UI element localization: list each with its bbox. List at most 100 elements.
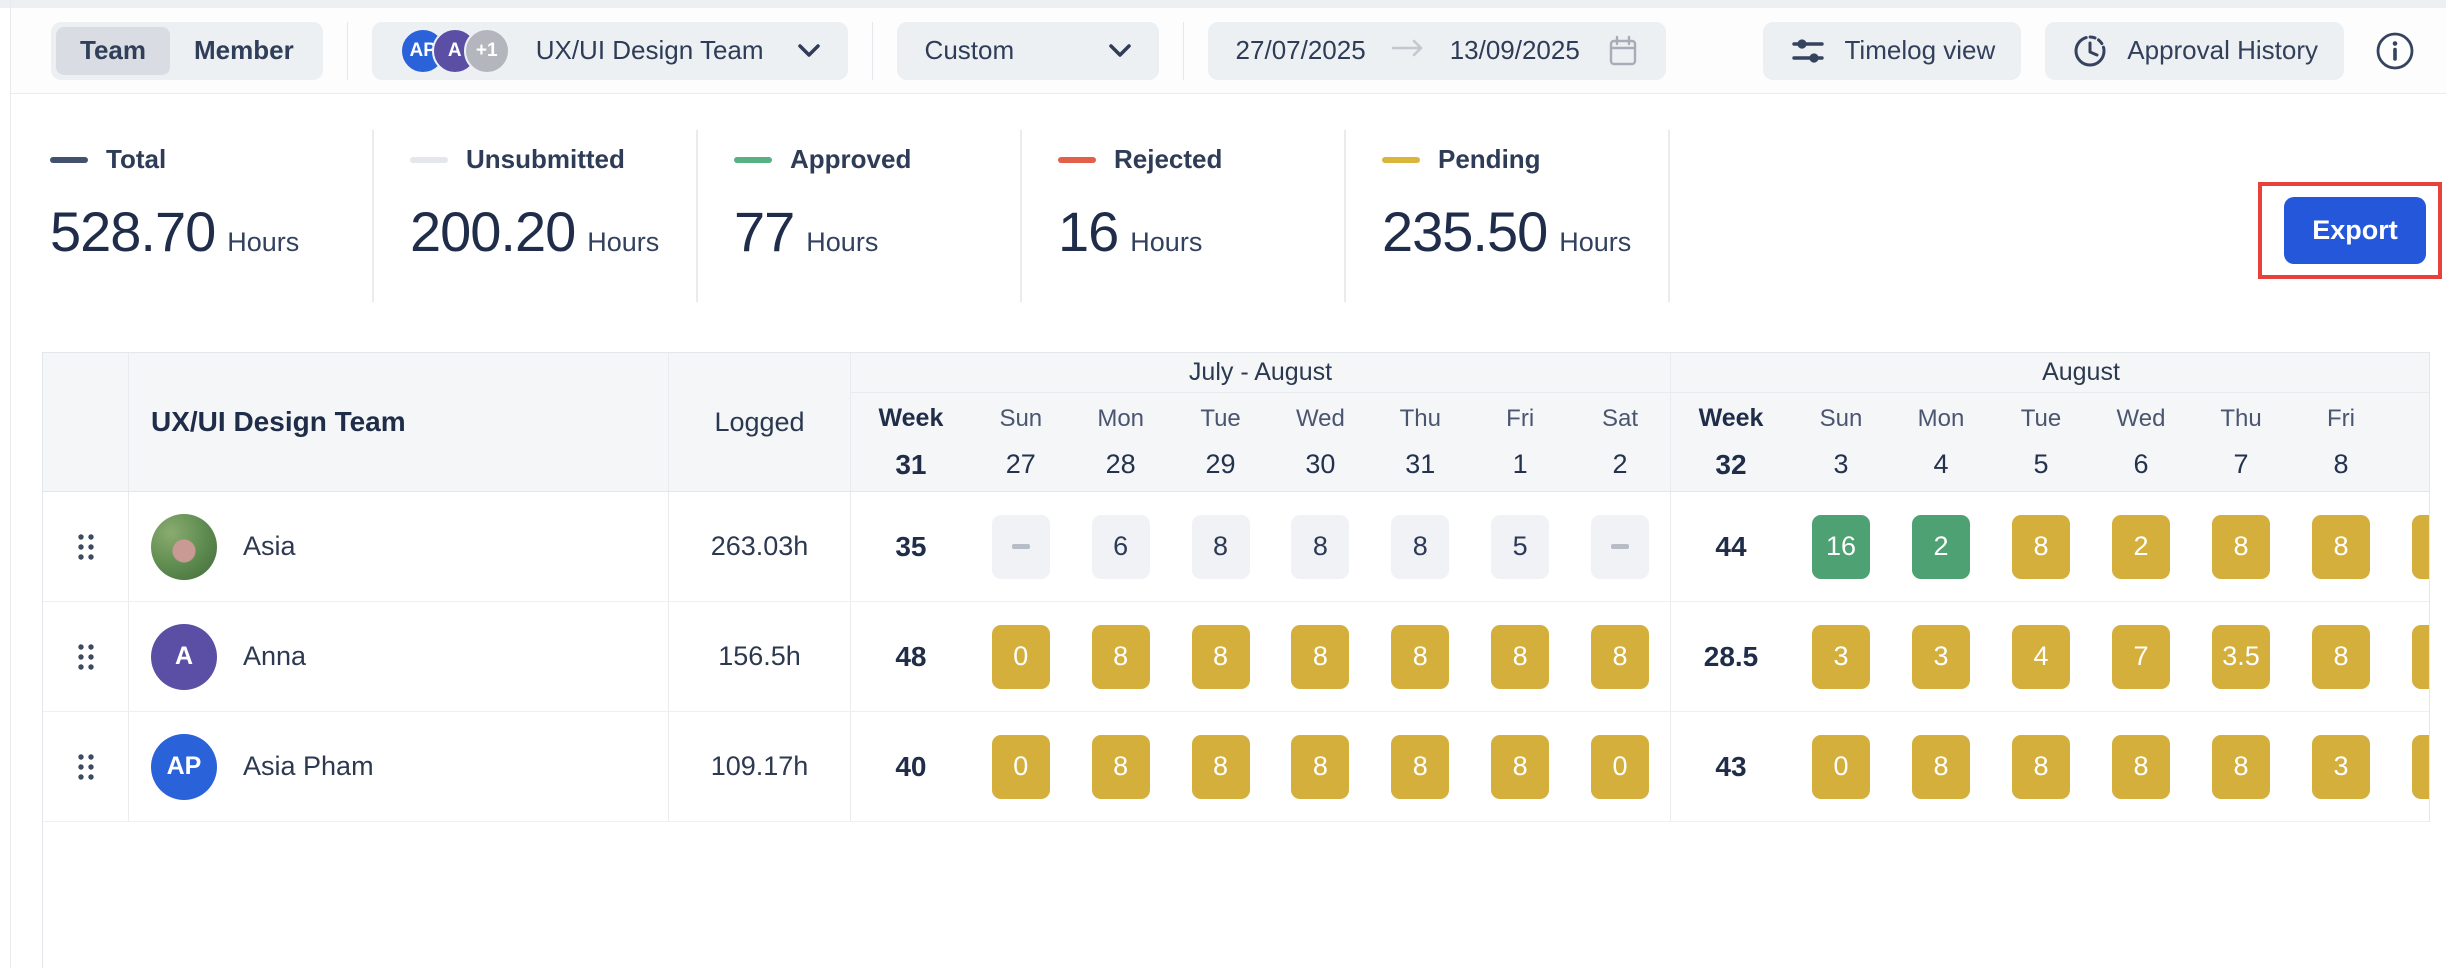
timesheet-day-cell[interactable]: [2412, 735, 2430, 799]
timesheet-day-cell[interactable]: 8: [2012, 515, 2070, 579]
timesheet-day-cell[interactable]: 0: [1812, 735, 1870, 799]
stat-color-swatch: [734, 157, 772, 163]
day-of-week-label: Mon: [1918, 405, 1965, 433]
timesheet-day-cell[interactable]: 8: [1291, 515, 1349, 579]
day-date-label: 29: [1206, 449, 1236, 480]
timesheet-day-cell[interactable]: [2412, 625, 2430, 689]
day-cell-wrap: [2391, 602, 2430, 711]
day-cell-wrap: 3: [1891, 602, 1991, 711]
timesheet-day-cell[interactable]: 8: [1391, 735, 1449, 799]
timesheet-day-cell[interactable]: 0: [1591, 735, 1649, 799]
timesheet-day-cell[interactable]: 3: [1812, 625, 1870, 689]
toggle-team[interactable]: Team: [56, 27, 170, 75]
timesheet-day-cell[interactable]: 8: [1192, 515, 1250, 579]
timesheet-day-cell[interactable]: 8: [2212, 515, 2270, 579]
calendar-icon[interactable]: [1608, 35, 1638, 67]
empty-dash-icon: [1012, 544, 1030, 549]
toolbar-divider: [347, 22, 348, 80]
week-number-header: Week 31: [851, 393, 971, 491]
timelog-view-button[interactable]: Timelog view: [1763, 22, 2022, 80]
day-cell-wrap: [971, 492, 1071, 601]
timesheet-day-cell[interactable]: 2: [1912, 515, 1970, 579]
member-avatar: [151, 514, 217, 580]
date-preset-dropdown[interactable]: Custom: [897, 22, 1159, 80]
day-cell-wrap: 8: [1171, 602, 1271, 711]
week-total-value: 48: [895, 641, 926, 673]
day-cell-wrap: 8: [1270, 602, 1370, 711]
week-total-value: 44: [1715, 531, 1746, 563]
timesheet-day-cell[interactable]: 8: [1591, 625, 1649, 689]
day-column-header: Wed 30: [1270, 393, 1370, 491]
end-date-value[interactable]: 13/09/2025: [1450, 35, 1580, 66]
day-cell-wrap: 8: [1071, 712, 1171, 821]
day-cell-wrap: 8: [1991, 492, 2091, 601]
timesheet-day-cell[interactable]: 8: [1192, 735, 1250, 799]
day-column-header: Tue 5: [1991, 393, 2091, 491]
timesheet-day-cell[interactable]: 8: [1391, 625, 1449, 689]
approval-history-button[interactable]: Approval History: [2045, 22, 2344, 80]
timesheet-day-cell[interactable]: 5: [1491, 515, 1549, 579]
day-date-label: 8: [2333, 449, 2348, 480]
timesheet-day-cell[interactable]: 0: [992, 735, 1050, 799]
row-drag-handle[interactable]: [43, 712, 129, 821]
chevron-down-icon: [1109, 44, 1131, 58]
info-icon[interactable]: [2374, 30, 2416, 72]
day-cell-wrap: 8: [1570, 602, 1670, 711]
day-column-header: Mon 28: [1071, 393, 1171, 491]
member-cell: AP Asia Pham: [129, 712, 669, 821]
week-number: 31: [895, 449, 926, 481]
timesheet-day-cell[interactable]: 8: [1092, 625, 1150, 689]
timesheet-day-cell[interactable]: 8: [1092, 735, 1150, 799]
day-column-header: Thu 31: [1370, 393, 1470, 491]
table-body: Asia 263.03h 35 6 8 8 8 5 44 16 2 8 2 8 …: [43, 492, 2430, 822]
timesheet-day-cell[interactable]: 8: [2112, 735, 2170, 799]
stat-unit: Hours: [1130, 227, 1202, 258]
day-cell-wrap: 0: [1791, 712, 1891, 821]
timesheet-day-cell[interactable]: 2: [2112, 515, 2170, 579]
day-date-label: 1: [1513, 449, 1528, 480]
timesheet-day-cell[interactable]: 8: [1192, 625, 1250, 689]
timesheet-day-cell[interactable]: 0: [992, 625, 1050, 689]
timesheet-day-cell[interactable]: 8: [1291, 735, 1349, 799]
toolbar-divider: [1183, 22, 1184, 80]
row-drag-handle[interactable]: [43, 492, 129, 601]
timesheet-day-cell[interactable]: 8: [2212, 735, 2270, 799]
start-date-value[interactable]: 27/07/2025: [1236, 35, 1366, 66]
toggle-member[interactable]: Member: [170, 27, 318, 75]
timesheet-day-cell[interactable]: [1591, 515, 1649, 579]
table-row: Asia 263.03h 35 6 8 8 8 5 44 16 2 8 2 8 …: [43, 492, 2430, 602]
chevron-down-icon: [798, 44, 820, 58]
timesheet-day-cell[interactable]: [2412, 515, 2430, 579]
date-range-picker[interactable]: 27/07/2025 13/09/2025: [1208, 22, 1666, 80]
stat-color-swatch: [410, 157, 448, 163]
day-cell-wrap: 8: [2091, 712, 2191, 821]
timesheet-day-cell[interactable]: 8: [2312, 515, 2370, 579]
team-selector-dropdown[interactable]: APA+1 UX/UI Design Team: [372, 22, 848, 80]
timesheet-day-cell[interactable]: 8: [1491, 735, 1549, 799]
timesheet-day-cell[interactable]: 8: [1912, 735, 1970, 799]
timelog-view-label: Timelog view: [1845, 35, 1996, 66]
row-drag-handle[interactable]: [43, 602, 129, 711]
timesheet-day-cell[interactable]: 8: [2012, 735, 2070, 799]
stat-value: 528.70: [50, 199, 215, 264]
timesheet-day-cell[interactable]: 4: [2012, 625, 2070, 689]
timesheet-day-cell[interactable]: 3: [2312, 735, 2370, 799]
timesheet-day-cell[interactable]: 8: [1391, 515, 1449, 579]
timesheet-day-cell[interactable]: 8: [2312, 625, 2370, 689]
drag-handle-icon: [74, 531, 98, 563]
day-date-label: 30: [1305, 449, 1335, 480]
timesheet-day-cell[interactable]: 3.5: [2212, 625, 2270, 689]
timesheet-day-cell[interactable]: 3: [1912, 625, 1970, 689]
timesheet-day-cell[interactable]: 7: [2112, 625, 2170, 689]
day-cell-wrap: 7: [2091, 602, 2191, 711]
timesheet-day-cell[interactable]: 16: [1812, 515, 1870, 579]
day-cell-wrap: 16: [1791, 492, 1891, 601]
week-total-cell: 48: [851, 602, 971, 711]
timesheet-day-cell[interactable]: 8: [1491, 625, 1549, 689]
week-total-cell: 35: [851, 492, 971, 601]
timesheet-day-cell[interactable]: 8: [1291, 625, 1349, 689]
timesheet-day-cell[interactable]: [992, 515, 1050, 579]
stat-unit: Hours: [227, 227, 299, 258]
export-button[interactable]: Export: [2284, 197, 2426, 264]
timesheet-day-cell[interactable]: 6: [1092, 515, 1150, 579]
